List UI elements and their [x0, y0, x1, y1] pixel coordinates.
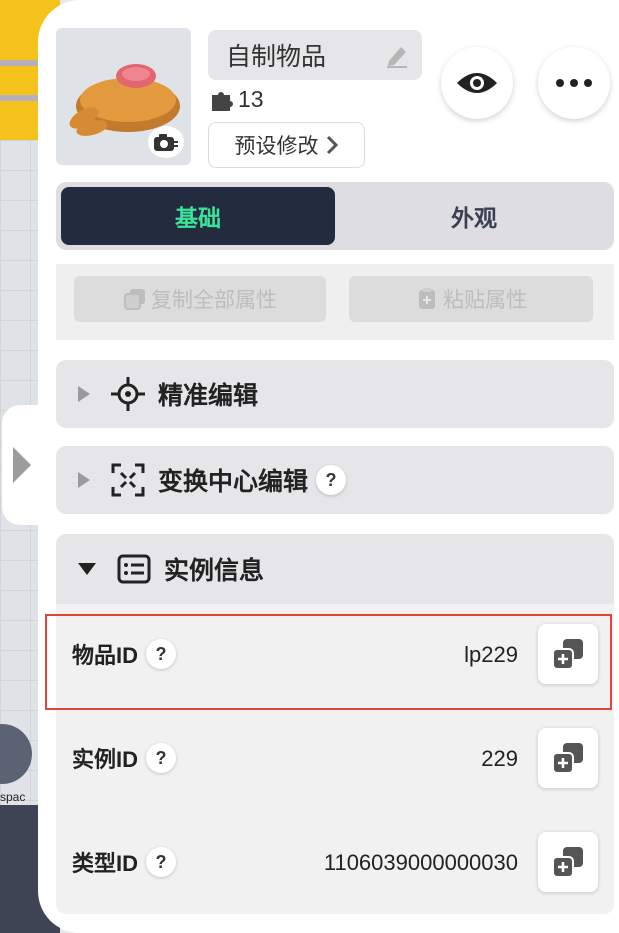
section-label: 精准编辑 — [158, 382, 259, 410]
info-row-value: 229 — [481, 746, 518, 771]
section-precise-edit[interactable]: 精准编辑 — [56, 360, 614, 428]
caret-down-icon — [78, 563, 96, 575]
crosshair-icon — [108, 374, 148, 414]
attribute-actions: 复制全部属性 粘贴属性 — [56, 264, 614, 340]
puzzle-icon — [212, 91, 233, 111]
list-card-icon — [114, 549, 154, 589]
copy-button[interactable] — [538, 728, 598, 788]
preset-edit-button[interactable]: 预设修改 — [208, 122, 365, 168]
caret-right-icon — [78, 386, 90, 402]
copy-icon — [124, 289, 145, 310]
section-instance-info[interactable]: 实例信息 — [56, 534, 614, 604]
preset-edit-label: 预设修改 — [234, 135, 319, 158]
collapse-panel-button[interactable] — [2, 405, 42, 525]
info-row-label: 类型ID — [72, 851, 139, 876]
visibility-button[interactable] — [441, 47, 513, 119]
item-name: 自制物品 — [226, 43, 327, 71]
item-name-field[interactable]: 自制物品 — [208, 30, 422, 80]
camera-icon[interactable] — [148, 126, 184, 158]
info-row-label: 实例ID — [72, 747, 139, 772]
info-row-value: 1106039000000030 — [323, 850, 518, 875]
paste-button[interactable]: 粘贴属性 — [349, 276, 593, 322]
info-row-type-id: 类型ID? 1106039000000030 — [56, 812, 614, 912]
help-icon[interactable]: ? — [146, 847, 177, 877]
usage-count-value: 13 — [238, 86, 264, 112]
eye-icon — [457, 73, 497, 93]
section-transform-center[interactable]: 变换中心编辑 ? — [56, 446, 614, 514]
chevron-right-icon — [326, 135, 338, 155]
scene-label: spac — [0, 790, 26, 804]
help-icon[interactable]: ? — [146, 743, 177, 773]
paste-label: 粘贴属性 — [443, 289, 527, 312]
help-icon[interactable]: ? — [316, 465, 347, 495]
copy-button[interactable] — [538, 832, 598, 892]
copy-icon — [552, 743, 583, 774]
caret-right-icon — [78, 472, 90, 488]
more-options-button[interactable] — [538, 47, 610, 119]
more-icon — [556, 79, 592, 87]
section-label: 实例信息 — [164, 557, 265, 585]
copy-all-button[interactable]: 复制全部属性 — [74, 276, 326, 322]
section-label: 变换中心编辑 — [158, 468, 309, 496]
copy-all-label: 复制全部属性 — [151, 289, 277, 312]
pencil-icon[interactable] — [384, 42, 410, 73]
tab-bar: 基础 外观 — [56, 182, 614, 250]
paste-icon — [419, 288, 435, 309]
tab-basic[interactable]: 基础 — [61, 187, 335, 245]
highlight-box — [45, 614, 612, 710]
tab-appearance[interactable]: 外观 — [338, 187, 610, 245]
copy-icon — [552, 847, 583, 878]
focus-frame-icon — [108, 460, 148, 500]
info-row-instance-id: 实例ID? 229 — [56, 708, 614, 808]
usage-count: 13 — [210, 86, 264, 113]
chevron-right-icon — [13, 447, 31, 483]
